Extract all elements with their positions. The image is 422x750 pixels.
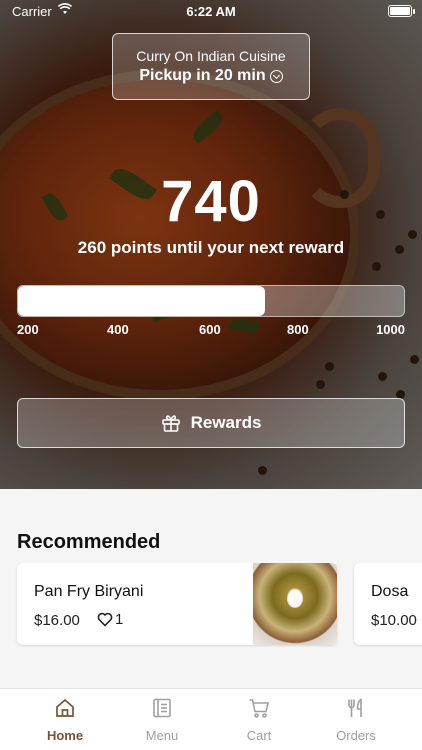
battery-icon (388, 5, 412, 17)
tick-label: 200 (17, 322, 39, 337)
points-until-reward: 260 points until your next reward (77, 238, 345, 257)
tab-label: Orders (336, 728, 376, 743)
tab-menu[interactable]: Menu (122, 697, 202, 743)
item-price: $16.00 (34, 612, 80, 629)
recommended-carousel[interactable]: Pan Fry Biryani $16.00 1 Dosa $10.00 (0, 563, 422, 647)
recommended-title: Recommended (17, 531, 161, 553)
tab-label: Menu (145, 728, 179, 743)
like-button[interactable]: 1 (97, 611, 123, 628)
tab-orders[interactable]: Orders (316, 697, 396, 743)
progress-ticks: 200 400 600 800 1000 (17, 322, 405, 338)
recommended-item-card[interactable]: Dosa $10.00 (354, 563, 422, 645)
tab-cart[interactable]: Cart (219, 697, 299, 743)
cart-icon (249, 699, 270, 718)
tick-label: 600 (199, 322, 221, 337)
orders-icon (348, 698, 362, 717)
item-photo (253, 563, 337, 645)
clock: 6:22 AM (186, 4, 236, 19)
rewards-button[interactable]: Rewards (17, 398, 405, 448)
tick-label: 1000 (376, 322, 405, 337)
rewards-progress-fill (18, 286, 266, 316)
heart-icon (97, 612, 113, 627)
rewards-progress-bar (17, 285, 405, 317)
tick-label: 800 (287, 322, 309, 337)
tab-bar: Home Menu Cart Orders (0, 688, 422, 750)
store-name: Curry On Indian Cuisine (136, 48, 286, 64)
home-icon (56, 698, 74, 717)
like-count: 1 (115, 611, 124, 628)
menu-icon (153, 698, 171, 718)
recommended-item-card[interactable]: Pan Fry Biryani $16.00 1 (17, 563, 337, 645)
tab-label: Cart (246, 728, 272, 743)
pickup-time: Pickup in 20 min (113, 67, 309, 85)
item-name: Dosa (371, 583, 409, 600)
item-name: Pan Fry Biryani (34, 583, 144, 600)
chevron-down-icon (269, 69, 283, 83)
rewards-button-label: Rewards (190, 413, 262, 432)
gift-icon (161, 415, 180, 432)
tick-label: 400 (107, 322, 129, 337)
store-selector[interactable]: Curry On Indian Cuisine Pickup in 20 min (112, 33, 310, 100)
points-balance: 740 (161, 169, 261, 234)
pickup-label: Pickup in 20 min (139, 67, 266, 84)
status-bar: Carrier 6:22 AM (0, 0, 422, 22)
tab-home[interactable]: Home (25, 697, 105, 743)
tab-label: Home (46, 728, 84, 743)
item-price: $10.00 (371, 612, 417, 629)
